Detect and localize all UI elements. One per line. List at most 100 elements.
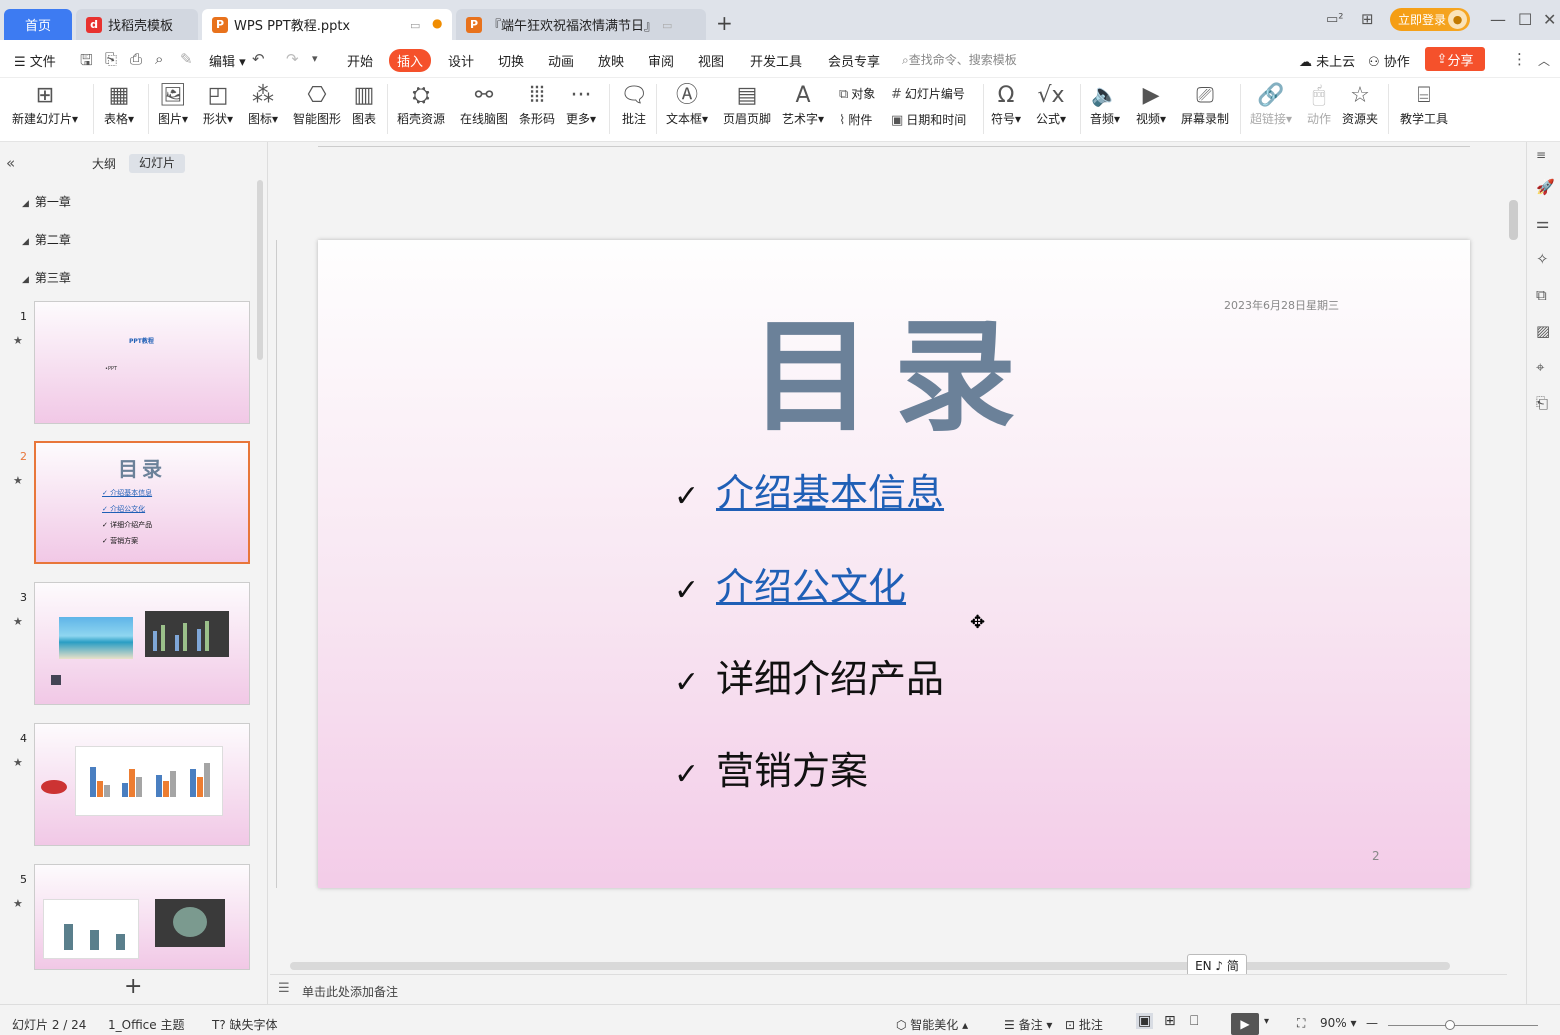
more-button[interactable]: ··· 更多▾ (566, 82, 596, 127)
search-box[interactable]: ⌕查找命令、搜索模板 (902, 51, 1017, 68)
toc-link[interactable]: 介绍公文化 (716, 565, 906, 609)
menu-vip[interactable]: 会员专享 (828, 51, 880, 70)
format-painter-icon[interactable]: ✎ (180, 50, 193, 68)
header-footer-button[interactable]: ▤ 页眉页脚 (723, 82, 771, 127)
slide-2[interactable]: 目录 2023年6月28日星期三 ✓ 介绍基本信息 ✓ 介绍公文化 ✓ 详细介绍产品 … (318, 240, 1470, 888)
image-edit-icon[interactable]: ▨ (1536, 322, 1550, 340)
normal-view-icon[interactable]: ▣ (1136, 1013, 1154, 1029)
login-button[interactable]: 立即登录 ● (1390, 8, 1470, 31)
menu-review[interactable]: 审阅 (648, 51, 674, 70)
add-slide-icon[interactable]: + (124, 974, 142, 999)
collapse-ribbon-icon[interactable]: ︿ (1538, 52, 1550, 69)
book-icon[interactable]: ⎗ (1536, 394, 1548, 412)
menu-transition[interactable]: 切换 (498, 51, 524, 70)
slides-icon[interactable]: ⧉ (1536, 286, 1547, 304)
missing-font-button[interactable]: T? 缺失字体 (212, 1016, 278, 1033)
section-chapter-3[interactable]: ◢ 第三章 (22, 269, 71, 286)
slide-thumbnail-2[interactable]: 目录 ✓ 介绍基本信息 ✓ 介绍公文化 ✓ 详细介绍产品 ✓ 营销方案 (34, 441, 250, 564)
edit-menu[interactable]: 编辑 ▾ (209, 51, 246, 70)
share-button[interactable]: ⇪ 分享 (1425, 47, 1485, 71)
vertical-scrollbar[interactable] (1509, 200, 1518, 240)
section-chapter-1[interactable]: ◢ 第一章 (22, 193, 71, 210)
notes-placeholder[interactable]: 单击此处添加备注 (302, 983, 398, 1000)
comment-button[interactable]: 🗨 批注 (620, 82, 648, 127)
notes-pane[interactable]: ☰ 单击此处添加备注 (270, 974, 1507, 1004)
comment-toggle[interactable]: ⊡ 批注 (1065, 1016, 1103, 1033)
symbol-button[interactable]: Ω 符号▾ (991, 82, 1021, 127)
action-button[interactable]: 🖱 动作 (1307, 82, 1331, 127)
zoom-out-icon[interactable]: — (1366, 1016, 1378, 1030)
collapse-panel-icon[interactable]: « (6, 154, 15, 172)
beautify-button[interactable]: ⬡ 智能美化 ▴ (896, 1016, 968, 1033)
hyperlink-button[interactable]: 🔗 超链接▾ (1250, 82, 1292, 127)
smartart-button[interactable]: ⎔ 智能图形 (293, 82, 341, 127)
slide-date[interactable]: 2023年6月28日星期三 (1224, 297, 1339, 313)
audio-button[interactable]: 🔈 音频▾ (1090, 82, 1120, 127)
tab-home[interactable]: 首页 (4, 9, 72, 40)
sorter-view-icon[interactable]: ⊞ (1164, 1013, 1176, 1029)
location-icon[interactable]: ⌖ (1536, 358, 1544, 376)
tab-template[interactable]: d 找稻壳模板 (76, 9, 198, 40)
docer-resource-button[interactable]: ⛭ 稻壳资源 (397, 82, 445, 127)
object-button[interactable]: ⧉ 对象 (839, 85, 875, 102)
attachment-button[interactable]: ⌇ 附件 (839, 111, 872, 128)
new-tab-icon[interactable]: + (716, 11, 733, 35)
formula-button[interactable]: √x 公式▾ (1036, 82, 1066, 127)
adjust-icon[interactable]: ⚌ (1536, 214, 1549, 232)
picture-button[interactable]: 🖼 图片▾ (158, 82, 188, 127)
slide-thumbnail-4[interactable] (34, 723, 250, 846)
resource-folder-button[interactable]: ☆ 资源夹 (1342, 82, 1378, 127)
wordart-button[interactable]: A 艺术字▾ (782, 82, 824, 127)
file-menu[interactable]: ☰ 文件 (14, 51, 56, 70)
export-pdf-icon[interactable]: ⎘ (105, 50, 117, 68)
tab-ppt-document[interactable]: P WPS PPT教程.pptx ▭ ● (202, 9, 452, 40)
menu-slideshow[interactable]: 放映 (598, 51, 624, 70)
cloud-status[interactable]: ☁ 未上云 (1299, 51, 1355, 70)
redo-icon[interactable]: ↷ (286, 50, 299, 68)
section-chapter-2[interactable]: ◢ 第二章 (22, 231, 71, 248)
panel-scrollbar[interactable] (257, 180, 263, 360)
pin-icon[interactable]: ✧ (1536, 250, 1549, 268)
toc-item-3[interactable]: ✓ 详细介绍产品 (674, 648, 944, 703)
theme-name[interactable]: 1_Office 主题 (108, 1016, 184, 1033)
monitor-icon[interactable]: ▭ (410, 19, 420, 32)
menu-insert[interactable]: 插入 (389, 49, 432, 72)
tab-outline[interactable]: 大纲 (92, 155, 116, 172)
barcode-button[interactable]: ⦙⦙⦙ 条形码 (519, 82, 555, 127)
maximize-icon[interactable]: ☐ (1518, 10, 1532, 29)
close-icon[interactable]: ✕ (1543, 10, 1556, 29)
slide-thumbnail-3[interactable] (34, 582, 250, 705)
rocket-icon[interactable]: 🚀 (1536, 178, 1555, 196)
toc-item-4[interactable]: ✓ 营销方案 (674, 740, 868, 795)
apps-grid-icon[interactable]: ⊞ (1361, 10, 1374, 28)
video-button[interactable]: ▶ 视频▾ (1136, 82, 1166, 127)
table-button[interactable]: ▦ 表格▾ (104, 82, 134, 127)
sidebar-menu-icon[interactable]: ≡ (1536, 148, 1546, 162)
print-preview-icon[interactable]: ⌕ (155, 50, 163, 68)
icon-button[interactable]: ⁂ 图标▾ (248, 82, 278, 127)
textbox-button[interactable]: Ⓐ 文本框▾ (666, 82, 708, 127)
minimize-icon[interactable]: — (1490, 10, 1506, 29)
toc-link[interactable]: 介绍基本信息 (716, 471, 944, 515)
slide-number-button[interactable]: # 幻灯片编号 (891, 85, 965, 102)
toc-item-2[interactable]: ✓ 介绍公文化 (674, 556, 906, 611)
zoom-slider-handle[interactable] (1445, 1020, 1455, 1030)
menu-developer[interactable]: 开发工具 (750, 51, 802, 70)
slide-thumbnail-1[interactable]: PPT教程 •PPT (34, 301, 250, 424)
menu-view[interactable]: 视图 (698, 51, 724, 70)
menu-animation[interactable]: 动画 (548, 51, 574, 70)
teaching-tools-button[interactable]: ⌸ 教学工具 (1400, 82, 1448, 127)
menu-design[interactable]: 设计 (448, 51, 474, 70)
chart-button[interactable]: ▥ 图表 (352, 82, 376, 127)
customize-chevron-icon[interactable]: ▾ (312, 52, 318, 65)
zoom-slider[interactable] (1388, 1025, 1538, 1026)
new-slide-button[interactable]: ⊞ 新建幻灯片▾ (12, 82, 78, 127)
notes-toggle[interactable]: ☰ 备注 ▾ (1004, 1016, 1052, 1033)
layout-icon[interactable]: ▭² (1326, 12, 1344, 27)
vertical-ruler[interactable] (276, 240, 288, 888)
tab-slides[interactable]: 幻灯片 (129, 154, 185, 173)
datetime-button[interactable]: ▣ 日期和时间 (891, 111, 966, 128)
screen-record-button[interactable]: ⎚ 屏幕录制 (1181, 82, 1229, 127)
shape-button[interactable]: ◰ 形状▾ (203, 82, 233, 127)
zoom-level[interactable]: 90% ▾ (1320, 1016, 1357, 1030)
